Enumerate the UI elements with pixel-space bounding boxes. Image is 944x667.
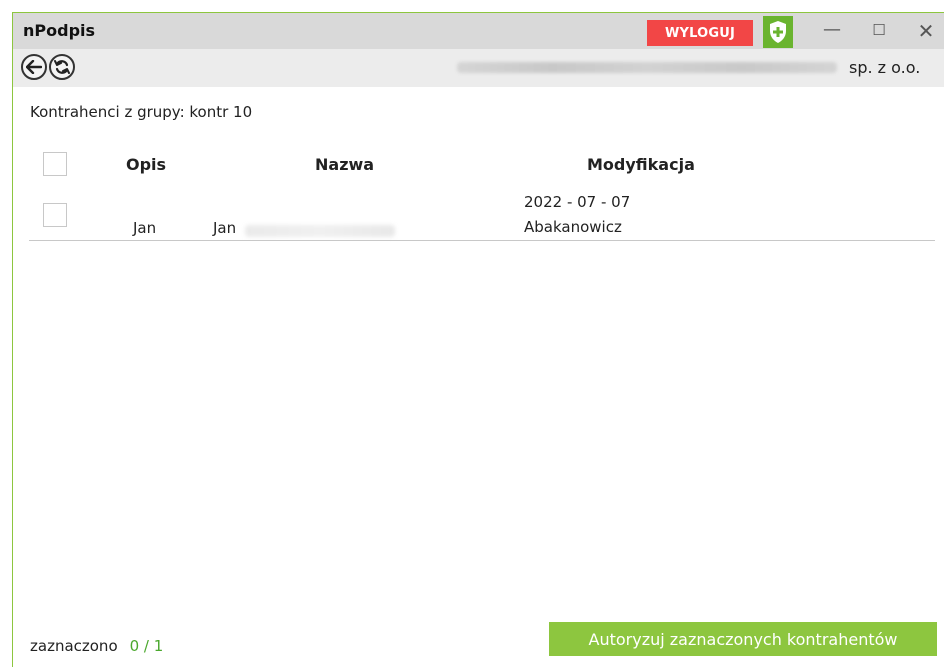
row-checkbox[interactable] <box>43 203 67 227</box>
row-nazwa: Jan <box>213 219 237 237</box>
selection-status-label: zaznaczono <box>30 637 118 655</box>
refresh-button[interactable] <box>49 54 75 80</box>
logout-button[interactable]: WYLOGUJ <box>647 20 753 46</box>
app-title: nPodpis <box>23 21 96 40</box>
shield-check-icon[interactable] <box>763 16 793 48</box>
row-divider <box>29 240 935 241</box>
column-header-nazwa[interactable]: Nazwa <box>315 155 374 174</box>
close-icon[interactable]: ✕ <box>911 19 941 43</box>
selection-count: 0 / 1 <box>129 637 164 655</box>
row-opis: Jan <box>133 219 157 237</box>
minimize-icon[interactable]: — <box>817 19 847 40</box>
row-modification-user: Abakanowicz <box>524 218 622 236</box>
back-button[interactable] <box>21 54 47 80</box>
column-header-opis[interactable]: Opis <box>126 155 166 174</box>
row-modification-date: 2022 - 07 - 07 <box>524 193 631 211</box>
company-name-redacted <box>457 62 837 73</box>
title-bar: nPodpis WYLOGUJ — ☐ ✕ <box>13 13 944 49</box>
column-header-modyfikacja[interactable]: Modyfikacja <box>587 155 695 174</box>
navigation-bar: sp. z o.o. <box>13 49 944 87</box>
refresh-icon <box>54 60 70 74</box>
maximize-icon[interactable]: ☐ <box>864 21 894 39</box>
company-suffix: sp. z o.o. <box>849 58 921 77</box>
row-nazwa-redacted <box>245 225 395 237</box>
authorize-selected-button[interactable]: Autoryzuj zaznaczonych kontrahentów <box>549 622 937 656</box>
arrow-left-icon <box>26 60 42 74</box>
app-window: nPodpis WYLOGUJ — ☐ ✕ sp. z o.o. Kontrah… <box>12 12 944 667</box>
select-all-checkbox[interactable] <box>43 152 67 176</box>
selection-status: zaznaczono 0 / 1 <box>30 637 163 655</box>
group-label: Kontrahenci z grupy: kontr 10 <box>30 103 253 121</box>
